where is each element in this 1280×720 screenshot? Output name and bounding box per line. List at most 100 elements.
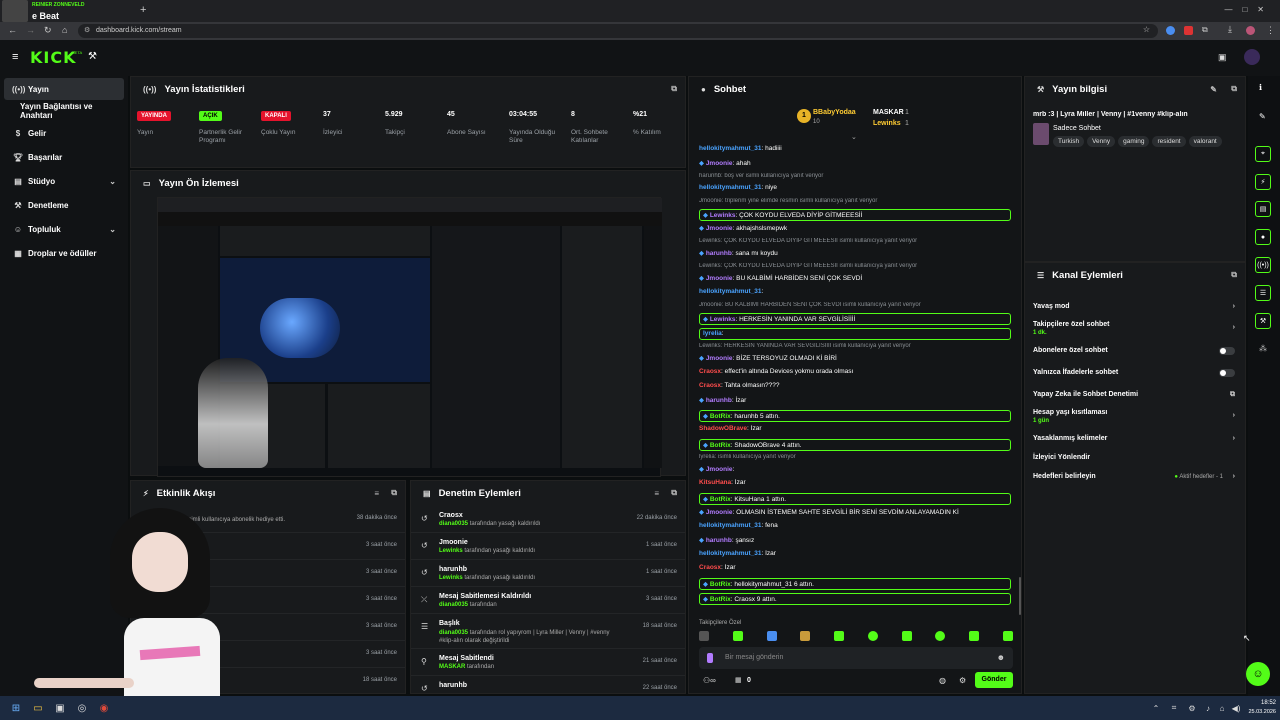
send-button[interactable]: Gönder: [975, 672, 1013, 688]
followers-only-row[interactable]: Takipçilere özel sohbet 1 dk. ›: [1033, 321, 1235, 336]
file-explorer-icon[interactable]: ▭: [30, 700, 46, 716]
chat-message[interactable]: hellokitymahmut_31: İzar: [699, 550, 1011, 557]
popout-icon[interactable]: ⧉: [1231, 270, 1237, 280]
host-row[interactable]: İzleyici Yönlendir: [1033, 454, 1235, 461]
sidebar-item-stream-key[interactable]: Yayın Bağlantısı ve Anahtarı: [4, 100, 124, 122]
rail-info-button[interactable]: ⚒: [1255, 313, 1271, 329]
mic-icon[interactable]: [707, 653, 713, 663]
hamburger-menu-icon[interactable]: ≡: [12, 51, 18, 63]
chat-username[interactable]: hellokitymahmut_31: [699, 522, 762, 529]
chat-message[interactable]: Craosx: Tahta olmasın????: [699, 382, 1011, 389]
wrench-icon[interactable]: ⚒: [88, 51, 97, 62]
chat-username[interactable]: ShadowOBrave: [699, 425, 747, 432]
subs-only-toggle[interactable]: [1219, 347, 1235, 355]
sidebar-item-gelir[interactable]: $ Gelir: [4, 122, 124, 144]
clock-time[interactable]: 18:52: [1252, 700, 1276, 706]
rail-stats-button[interactable]: ⌖: [1255, 146, 1271, 162]
chat-username[interactable]: Craosx: [699, 564, 721, 571]
chat-message[interactable]: ◆ Jmoonie: BU KALBİMİ HARBİDEN SENİ ÇOK …: [699, 274, 1011, 282]
sidebar-item-yayin[interactable]: ((•)) Yayın: [4, 78, 124, 100]
chat-username[interactable]: KitsuHana: [699, 479, 731, 486]
account-age-row[interactable]: Hesap yaşı kısıtlaması 1 gün ›: [1033, 409, 1235, 424]
sidebar-item-droplar[interactable]: ▦ Droplar ve ödüller: [4, 242, 124, 264]
chat-username[interactable]: Craosx: [699, 368, 721, 375]
chat-username[interactable]: Craosx: [699, 382, 721, 389]
extension-icon[interactable]: [1184, 26, 1193, 35]
chat-message[interactable]: hellokitymahmut_31: fena: [699, 522, 1011, 529]
browser-menu-icon[interactable]: ⋮: [1266, 25, 1275, 36]
url-field[interactable]: ⚙ dashboard.kick.com/stream ☆: [78, 24, 1158, 38]
chat-username[interactable]: BotRix: [710, 496, 731, 503]
chrome-icon[interactable]: ◉: [96, 700, 112, 716]
chat-input[interactable]: Bir mesaj gönderin ☻: [699, 647, 1013, 669]
expand-gifters-icon[interactable]: ⌄: [851, 133, 857, 141]
kick-logo[interactable]: KICK: [30, 48, 77, 67]
download-icon[interactable]: ⤓: [1228, 24, 1232, 35]
moderator-name[interactable]: Lewinks: [439, 548, 463, 554]
points-icon[interactable]: ⚇∞: [703, 676, 716, 685]
chat-username[interactable]: Lewinks: [710, 212, 736, 219]
chat-message[interactable]: ◆ harunhb: şansız: [699, 536, 1011, 544]
moderation-target[interactable]: harunhb: [439, 566, 467, 573]
help-chat-button[interactable]: ☺: [1246, 662, 1270, 686]
edit-pencil-icon[interactable]: ✎: [1259, 112, 1266, 121]
moderation-target[interactable]: Craosx: [439, 512, 463, 519]
chat-message[interactable]: ◆ Jmoonie: ahah: [699, 159, 1011, 167]
chat-message[interactable]: hellokitymahmut_31:: [699, 288, 1011, 295]
extensions-puzzle-icon[interactable]: ⧉: [1202, 25, 1208, 35]
chat-username[interactable]: harunhb: [706, 397, 732, 404]
chat-username[interactable]: Jmoonie: [706, 275, 733, 282]
chat-message[interactable]: KitsuHana: İzar: [699, 479, 1011, 486]
clock-date[interactable]: 25.03.2026: [1240, 709, 1276, 715]
popout-icon[interactable]: ⧉: [671, 84, 677, 94]
chat-username[interactable]: Jmoonie: [706, 466, 733, 473]
goals-row[interactable]: Hedefleri belirleyin ● Aktif hedefler - 1…: [1033, 473, 1235, 480]
extension-icon[interactable]: [1166, 26, 1175, 35]
tag-chip[interactable]: Turkish: [1053, 136, 1085, 147]
emoji-icon[interactable]: ☻: [997, 653, 1005, 662]
chat-users-icon[interactable]: ◍: [939, 676, 946, 685]
chat-username[interactable]: Jmoonie: [706, 160, 733, 167]
reload-icon[interactable]: ↻: [44, 25, 52, 36]
chat-message[interactable]: ◆ harunhb: sana mı koydu: [699, 249, 1011, 257]
profile-avatar[interactable]: [1246, 26, 1255, 35]
emote[interactable]: [766, 631, 777, 641]
chat-username[interactable]: BotRix: [710, 581, 731, 588]
chat-message[interactable]: ◆ Jmoonie: akhajshslsmepwk: [699, 224, 1011, 232]
chat-message[interactable]: ◆ Lewinks: HERKESİN YANINDA VAR SEVGİLİS…: [699, 313, 1011, 325]
chat-message[interactable]: ◆ BotRix: harunhb 5 attın.: [699, 410, 1011, 422]
chat-username[interactable]: hellokitymahmut_31: [699, 550, 762, 557]
chat-message[interactable]: hellokitymahmut_31: niye: [699, 184, 1011, 191]
chat-username[interactable]: BotRix: [710, 413, 731, 420]
sidebar-item-topluluk[interactable]: ☺ Topluluk ⌄: [4, 218, 124, 240]
filter-icon[interactable]: ≡: [374, 489, 379, 498]
tray-app-icon[interactable]: ⌗: [1166, 700, 1182, 716]
ai-moderation-row[interactable]: Yapay Zeka ile Sohbet Denetimi ⧉: [1033, 391, 1235, 398]
chat-username[interactable]: BotRix: [710, 442, 731, 449]
info-icon[interactable]: ℹ: [1259, 83, 1262, 92]
filter-icon[interactable]: ≡: [654, 489, 659, 498]
emote[interactable]: [732, 631, 743, 641]
edit-pencil-icon[interactable]: ✎: [1210, 85, 1217, 94]
top-gifter-name[interactable]: BBabyYodaa: [813, 109, 856, 116]
slow-mode-row[interactable]: Yavaş mod ›: [1033, 303, 1235, 310]
top-gifter-name[interactable]: MASKAR: [873, 109, 904, 116]
chat-username[interactable]: hellokitymahmut_31: [699, 288, 762, 295]
chat-message[interactable]: ShadowOBrave: İzar: [699, 425, 1011, 432]
emote[interactable]: [1002, 631, 1013, 641]
sidebar-item-denetleme[interactable]: ⚒ Denetleme: [4, 194, 124, 216]
moderator-name[interactable]: diana0035: [439, 602, 468, 608]
chat-message[interactable]: ◆ BotRix: Craosx 9 attın.: [699, 593, 1011, 605]
emote-only-toggle[interactable]: [1219, 369, 1235, 377]
taskbar-app-icon[interactable]: ◎: [74, 700, 90, 716]
moderation-target[interactable]: Jmoonie: [439, 539, 468, 546]
chat-settings-icon[interactable]: ⚙: [959, 676, 966, 685]
window-controls[interactable]: —□✕: [1224, 5, 1274, 14]
rail-chat-button[interactable]: ●: [1255, 229, 1271, 245]
emote[interactable]: [834, 631, 845, 641]
chat-message[interactable]: Craosx: effect'in altında Devices yokmu …: [699, 368, 1011, 375]
tag-chip[interactable]: Venny: [1087, 136, 1116, 147]
gift-icon[interactable]: ▦: [735, 676, 742, 684]
emote[interactable]: [935, 631, 946, 641]
category-thumbnail[interactable]: [1033, 123, 1049, 145]
